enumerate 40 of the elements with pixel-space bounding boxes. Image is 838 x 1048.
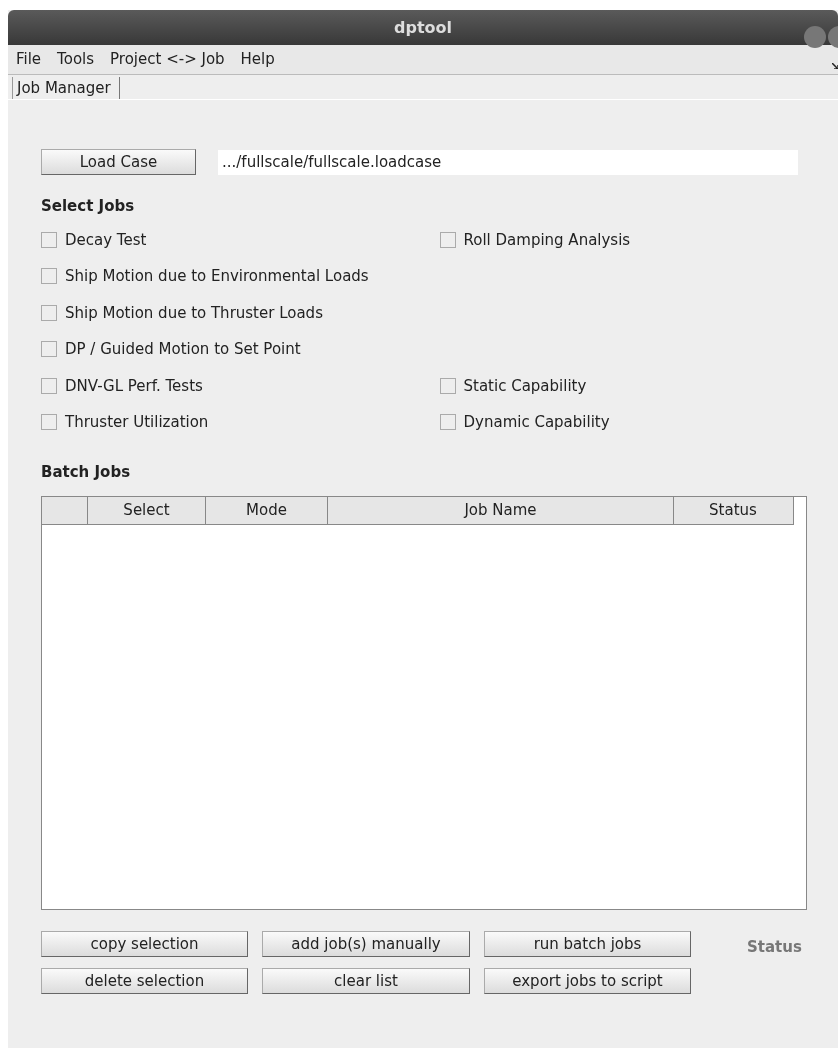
checkbox[interactable] xyxy=(439,414,456,431)
checkbox-label: Thruster Utilization xyxy=(65,412,209,433)
action-button[interactable]: delete selection xyxy=(41,967,248,994)
checkbox-label: Roll Damping Analysis xyxy=(463,229,631,251)
checkbox[interactable] xyxy=(439,377,456,394)
checkbox-label: Ship Motion due to Environmental Loads xyxy=(65,266,369,287)
action-button[interactable]: run batch jobs xyxy=(484,931,691,958)
checkbox[interactable] xyxy=(41,377,57,394)
section-heading: Select Jobs xyxy=(41,196,136,217)
checkbox[interactable] xyxy=(41,231,57,248)
checkbox-label: DNV-GL Perf. Tests xyxy=(65,375,203,397)
checkbox[interactable] xyxy=(41,414,57,431)
path-field[interactable]: .../fullscale/fullscale.loadcase xyxy=(218,149,798,175)
action-button[interactable]: add job(s) manually xyxy=(262,931,470,958)
column-header: Select xyxy=(88,497,206,524)
status-label: Status xyxy=(747,937,802,958)
menu-item[interactable]: Project <-> Job xyxy=(102,48,233,71)
column-header: Job Name xyxy=(328,497,674,524)
checkbox-label: Static Capability xyxy=(463,375,587,397)
menu-item[interactable]: Help xyxy=(232,48,283,71)
checkbox[interactable] xyxy=(41,268,57,285)
window-title: dptool xyxy=(394,16,452,39)
section-heading: Batch Jobs xyxy=(41,461,132,483)
arrow-icon xyxy=(832,63,838,69)
load-case-button[interactable]: Load Case xyxy=(41,149,196,175)
menu-item[interactable]: Tools xyxy=(49,48,103,71)
action-button[interactable]: copy selection xyxy=(41,931,248,958)
checkbox-label: DP / Guided Motion to Set Point xyxy=(65,339,301,360)
column-header: Status xyxy=(708,500,758,521)
checkbox[interactable] xyxy=(41,304,57,321)
checkbox[interactable] xyxy=(41,341,57,358)
checkbox-label: Dynamic Capability xyxy=(463,412,610,433)
menu-item[interactable]: File xyxy=(8,48,50,71)
checkbox[interactable] xyxy=(439,231,456,248)
checkbox-label: Decay Test xyxy=(65,229,147,251)
action-button[interactable]: clear list xyxy=(262,967,470,994)
column-header: Mode xyxy=(206,497,328,524)
checkbox-label: Ship Motion due to Thruster Loads xyxy=(65,302,323,324)
action-button[interactable]: export jobs to script xyxy=(484,967,691,994)
tab[interactable]: Job Manager xyxy=(12,77,120,99)
